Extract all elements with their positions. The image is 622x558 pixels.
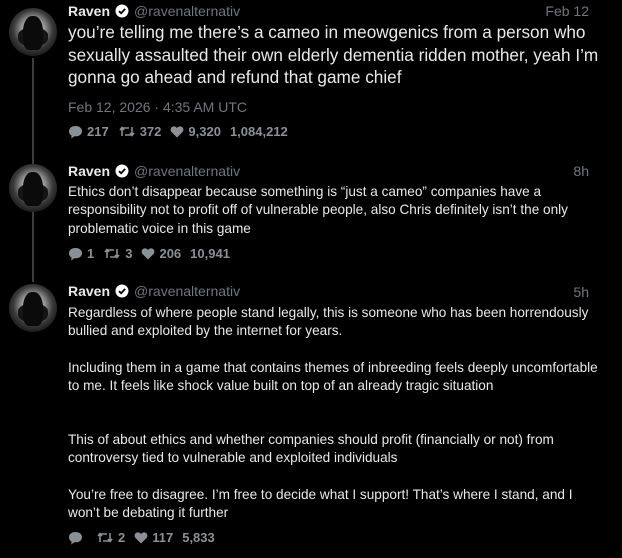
username[interactable]: @ravenalternativ xyxy=(134,163,240,179)
retweet-icon xyxy=(104,248,120,259)
like-count: 117 xyxy=(152,530,174,545)
reply-button[interactable] xyxy=(68,531,87,545)
tweet-paragraph: Regardless of where people stand legally… xyxy=(68,305,589,339)
like-icon xyxy=(134,532,148,544)
tweet-actions: 1 3 206 10,941 xyxy=(68,246,239,261)
view-count: 1,084,212 xyxy=(229,124,288,139)
tweet-text: Ethics don’t disappear because something… xyxy=(68,184,568,236)
verified-icon xyxy=(115,164,129,178)
tweet-header: Raven @ravenalternativ xyxy=(68,2,240,20)
tweet-paragraph: You’re free to disagree. I’m free to dec… xyxy=(68,487,573,521)
tweet-paragraph: This of about ethics and whether compani… xyxy=(68,432,554,466)
retweet-icon xyxy=(119,126,135,137)
reply-button[interactable]: 217 xyxy=(68,124,109,139)
tweet-actions: 217 372 9,320 1,084,212 xyxy=(68,124,297,139)
reply-icon xyxy=(69,531,82,544)
reply-icon xyxy=(69,125,82,138)
username[interactable]: @ravenalternativ xyxy=(134,3,240,19)
username[interactable]: @ravenalternativ xyxy=(134,283,240,299)
retweet-button[interactable]: 372 xyxy=(118,124,162,139)
like-button[interactable]: 117 xyxy=(134,530,173,545)
verified-icon xyxy=(115,4,129,18)
thread-line xyxy=(32,58,34,164)
timestamp[interactable]: 8h xyxy=(573,163,589,179)
avatar[interactable] xyxy=(9,284,57,332)
reply-button[interactable]: 1 xyxy=(68,246,94,261)
retweet-count: 372 xyxy=(139,124,162,139)
view-count: 10,941 xyxy=(190,246,230,261)
tweet-text: you’re telling me there’s a cameo in meo… xyxy=(68,22,599,87)
verified-icon xyxy=(115,284,129,298)
like-button[interactable]: 206 xyxy=(141,246,181,261)
display-name[interactable]: Raven xyxy=(68,283,110,299)
like-button[interactable]: 9,320 xyxy=(170,124,221,139)
avatar[interactable] xyxy=(9,8,57,56)
retweet-count: 2 xyxy=(118,530,126,545)
like-count: 206 xyxy=(159,246,182,261)
reply-count: 1 xyxy=(87,246,95,261)
tweet-actions: 2 117 5,833 xyxy=(68,530,224,545)
tweet-paragraph: Including them in a game that contains t… xyxy=(68,360,598,394)
reply-icon xyxy=(69,247,82,260)
retweet-icon xyxy=(97,532,113,543)
like-icon xyxy=(171,126,184,138)
retweet-button[interactable]: 2 xyxy=(96,530,125,545)
retweet-button[interactable]: 3 xyxy=(103,246,132,261)
thread-line xyxy=(32,212,34,282)
tweet-header: Raven @ravenalternativ xyxy=(68,282,240,300)
like-count: 9,320 xyxy=(188,124,221,139)
view-count: 5,833 xyxy=(182,530,215,545)
display-name[interactable]: Raven xyxy=(68,3,110,19)
timestamp[interactable]: Feb 12 xyxy=(545,3,589,19)
timestamp[interactable]: 5h xyxy=(573,284,589,300)
avatar[interactable] xyxy=(9,164,57,212)
retweet-count: 3 xyxy=(125,246,133,261)
tweet-date[interactable]: Feb 12, 2026 · 4:35 AM UTC xyxy=(68,99,247,115)
reply-count: 217 xyxy=(87,124,109,139)
tweet-header: Raven @ravenalternativ xyxy=(68,162,240,180)
like-icon xyxy=(142,248,155,260)
display-name[interactable]: Raven xyxy=(68,163,110,179)
